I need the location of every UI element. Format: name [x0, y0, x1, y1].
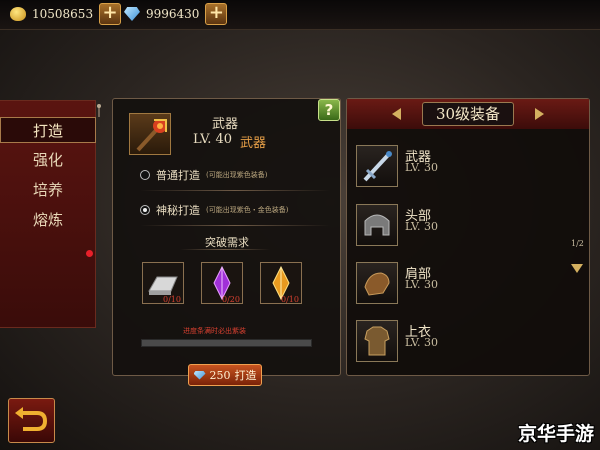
menu-item-smelt[interactable]: 熔炼	[0, 207, 96, 233]
item-type: 武器	[240, 136, 267, 151]
shoulder-armor-icon	[356, 262, 398, 304]
material-count: 0/10	[281, 295, 299, 304]
helmet-icon	[356, 204, 398, 246]
return-arrow-icon	[15, 407, 48, 431]
equipment-row[interactable]: 肩部 LV. 30	[356, 262, 566, 306]
divider	[180, 249, 270, 250]
radio-normal[interactable]	[140, 170, 150, 180]
option-normal-forge[interactable]: 普通打造 (可能出现紫色装备)	[140, 167, 267, 183]
gold-amount: 10508653	[32, 7, 94, 21]
forge-progress-bar	[141, 339, 312, 347]
material-count: 0/20	[222, 295, 240, 304]
gem-amount: 9996430	[146, 7, 200, 21]
material-count: 0/10	[163, 295, 181, 304]
help-button[interactable]: ?	[318, 99, 340, 121]
left-menu: 打造 强化 培养 熔炼	[0, 100, 96, 328]
equipment-row[interactable]: 头部 LV. 30	[356, 204, 566, 248]
progress-label: 进度条满时必出紫装	[183, 327, 246, 335]
item-level-row: LV. 40 武器	[193, 132, 266, 151]
radio-mystery[interactable]	[140, 205, 150, 215]
menu-item-cultivate[interactable]: 培养	[0, 177, 96, 203]
gold-resource: 10508653 +	[10, 3, 122, 25]
chest-armor-icon	[356, 320, 398, 362]
gem-resource: 9996430 +	[124, 3, 228, 25]
page-indicator: 1/2	[571, 239, 584, 248]
diamond-icon	[124, 7, 140, 21]
divider	[140, 190, 330, 191]
prev-level-arrow-icon[interactable]	[392, 108, 401, 120]
next-level-arrow-icon[interactable]	[535, 108, 544, 120]
equipment-tier-title: 30级装备	[422, 102, 514, 126]
equipment-row[interactable]: 武器 LV. 30	[356, 145, 566, 189]
option-mystery-forge[interactable]: 神秘打造 (可能出现紫色・金色装备)	[140, 202, 288, 218]
weapon-icon	[136, 119, 167, 152]
menu-item-forge[interactable]: 打造	[0, 117, 96, 143]
scroll-down-icon[interactable]	[571, 264, 583, 273]
equipment-row[interactable]: 上衣 LV. 30	[356, 320, 566, 364]
watermark: 京华手游	[517, 423, 594, 445]
forge-button[interactable]: 250 打造	[188, 364, 262, 386]
back-button[interactable]	[8, 398, 55, 443]
divider	[140, 225, 330, 226]
sword-icon	[356, 145, 398, 187]
item-name: 武器	[212, 117, 239, 132]
menu-item-enhance[interactable]: 强化	[0, 147, 96, 173]
add-gems-button[interactable]: +	[205, 3, 228, 25]
materials-title: 突破需求	[205, 236, 249, 249]
diamond-icon	[193, 370, 206, 380]
item-level: LV. 40	[193, 132, 233, 147]
notification-dot	[86, 250, 93, 257]
add-gold-button[interactable]: +	[99, 3, 122, 25]
weapon-slot[interactable]	[129, 113, 171, 155]
menu-pin-icon	[96, 102, 102, 117]
gold-coin-icon	[10, 7, 26, 21]
